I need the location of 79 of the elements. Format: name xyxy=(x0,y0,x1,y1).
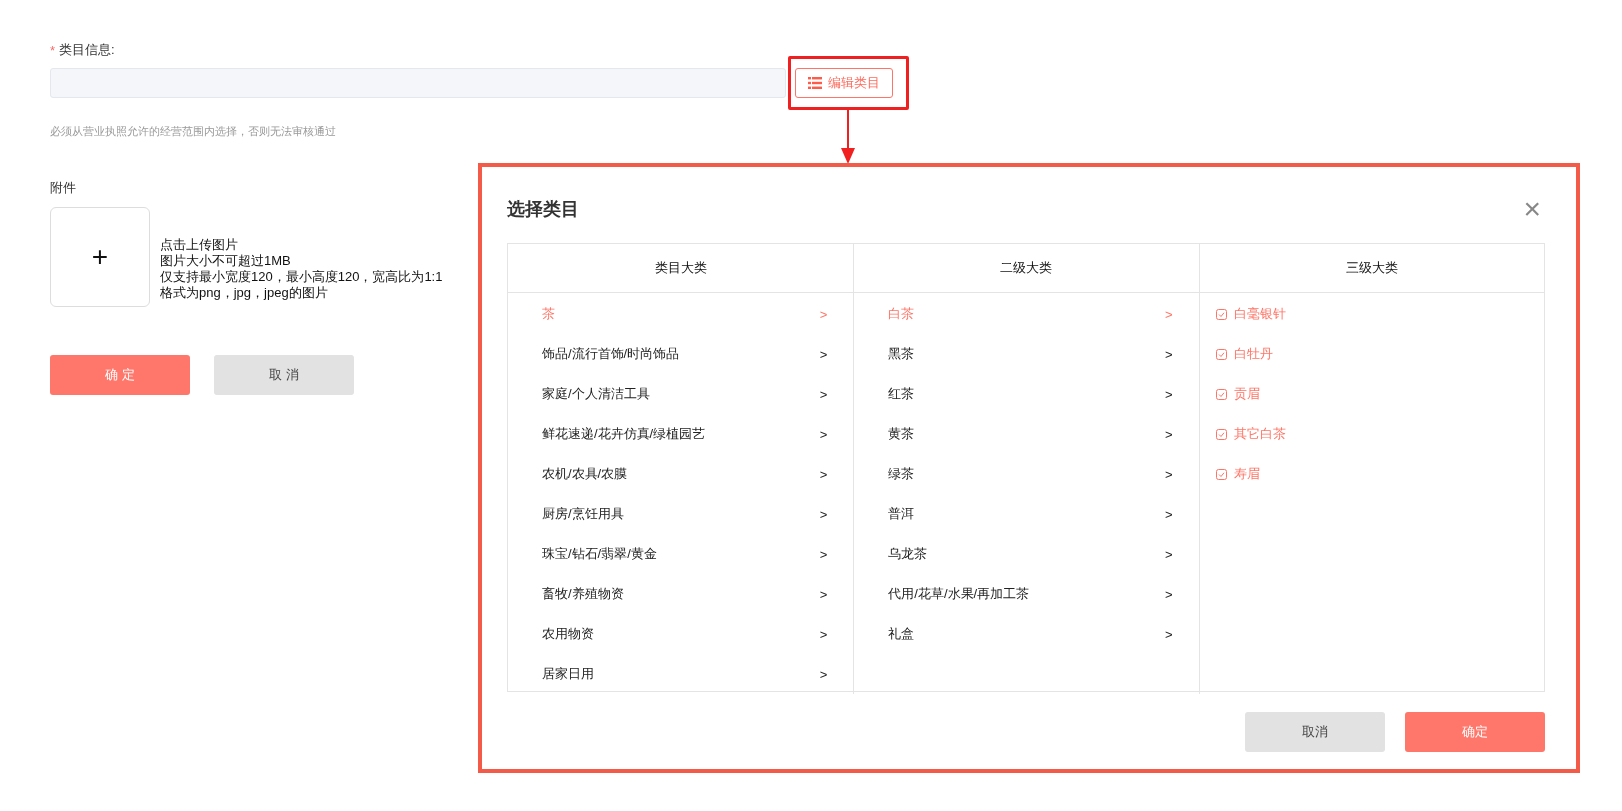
category-label: 红茶 xyxy=(888,385,915,403)
attachment-label: 附件 xyxy=(50,179,77,197)
list-icon xyxy=(808,77,822,89)
category-item[interactable]: 家庭/个人清洁工具 > xyxy=(508,374,854,414)
category-label: 畜牧/养殖物资 xyxy=(542,585,624,603)
category-item[interactable]: 畜牧/养殖物资 > xyxy=(508,574,854,614)
checkbox-icon[interactable] xyxy=(1215,468,1227,480)
column-header: 类目大类 xyxy=(508,244,854,293)
category-item[interactable]: 鲜花速递/花卉仿真/绿植园艺 > xyxy=(508,414,854,454)
category-label: 居家日用 xyxy=(542,665,594,683)
category-label: 乌龙茶 xyxy=(888,545,928,563)
category-label: 茶 xyxy=(542,305,555,323)
category-item[interactable]: 厨房/烹饪用具 > xyxy=(508,494,854,534)
chevron-text: > xyxy=(1165,426,1173,442)
category-input-field[interactable] xyxy=(50,68,786,98)
upload-tip-text: 格式为png，jpg，jpeg的图片 xyxy=(160,285,329,301)
category-label: 鲜花速递/花卉仿真/绿植园艺 xyxy=(542,425,706,443)
category-label: 黄茶 xyxy=(888,425,915,443)
chevron-text: > xyxy=(1165,626,1173,642)
category-item[interactable]: 黑茶 > xyxy=(854,334,1199,374)
category-item[interactable]: 代用/花草/水果/再加工茶 > xyxy=(854,574,1199,614)
checkbox-icon[interactable] xyxy=(1215,388,1227,400)
chevron-text: > xyxy=(819,626,828,642)
category-item[interactable]: 农机/农具/农膜 > xyxy=(508,454,854,494)
chevron-text: > xyxy=(819,426,828,442)
cancel-button[interactable]: 取消 xyxy=(1245,712,1385,752)
category-label: 珠宝/钻石/翡翠/黄金 xyxy=(542,545,657,563)
category-item[interactable]: 礼盒 > xyxy=(854,614,1199,654)
chevron-text: > xyxy=(1165,306,1173,322)
category-item[interactable]: 饰品/流行首饰/时尚饰品 > xyxy=(508,334,854,374)
checkbox-icon[interactable] xyxy=(1215,428,1227,440)
checkbox-icon[interactable] xyxy=(1215,308,1227,320)
required-asterisk: * xyxy=(50,42,56,58)
close-button[interactable]: × xyxy=(1523,194,1541,224)
chevron-text: > xyxy=(819,546,828,562)
annotation-arrow xyxy=(841,110,855,164)
category-label: 代用/花草/水果/再加工茶 xyxy=(888,585,1030,603)
category-label: 白茶 xyxy=(888,305,915,323)
category-label: 绿茶 xyxy=(888,465,915,483)
category-label: 厨房/烹饪用具 xyxy=(542,505,624,523)
upload-tip-text: 点击上传图片 xyxy=(160,237,239,253)
category-item[interactable]: 红茶 > xyxy=(854,374,1199,414)
category-label: 饰品/流行首饰/时尚饰品 xyxy=(542,345,680,363)
category-label: 黑茶 xyxy=(888,345,915,363)
chevron-text: > xyxy=(819,666,828,682)
category-label: 礼盒 xyxy=(888,625,915,643)
chevron-text: > xyxy=(1165,586,1173,602)
hint-text: 必须从营业执照允许的经营范围内选择，否则无法审核通过 xyxy=(50,124,337,139)
chevron-text: > xyxy=(819,386,828,402)
chevron-text: > xyxy=(819,586,828,602)
dialog-title: 选择类目 xyxy=(507,198,579,221)
category-item[interactable]: 乌龙茶 > xyxy=(854,534,1199,574)
chevron-text: > xyxy=(1165,546,1173,562)
category-label: 农机/农具/农膜 xyxy=(542,465,628,483)
chevron-text: > xyxy=(1165,346,1173,362)
category-item[interactable]: 珠宝/钻石/翡翠/黄金 > xyxy=(508,534,854,574)
chevron-text: > xyxy=(1165,386,1173,402)
category-item[interactable]: 居家日用 > xyxy=(508,654,854,694)
category-label: 农用物资 xyxy=(542,625,594,643)
column-header: 二级大类 xyxy=(854,244,1199,293)
chevron-text: > xyxy=(819,506,828,522)
field-label: 类目信息: xyxy=(59,41,115,59)
column-header: 三级大类 xyxy=(1199,244,1544,293)
upload-tip-text: 仅支持最小宽度120，最小高度120，宽高比为1:1 xyxy=(160,269,443,285)
checkbox-icon[interactable] xyxy=(1215,348,1227,360)
upload-tip-text: 图片大小不可超过1MB xyxy=(160,253,292,269)
chevron-text: > xyxy=(1165,506,1173,522)
category-item[interactable]: 绿茶 > xyxy=(854,454,1199,494)
category-label: 普洱 xyxy=(888,505,915,523)
upload-button[interactable]: + xyxy=(50,207,150,307)
chevron-text: > xyxy=(819,466,828,482)
chevron-text: > xyxy=(819,306,828,322)
chevron-text: > xyxy=(1165,466,1173,482)
chevron-text: > xyxy=(819,346,828,362)
category-item[interactable]: 黄茶 > xyxy=(854,414,1199,454)
category-item[interactable]: 农用物资 > xyxy=(508,614,854,654)
category-item[interactable]: 普洱 > xyxy=(854,494,1199,534)
category-label: 家庭/个人清洁工具 xyxy=(542,385,650,403)
cancel-button[interactable]: 取 消 xyxy=(214,355,354,395)
